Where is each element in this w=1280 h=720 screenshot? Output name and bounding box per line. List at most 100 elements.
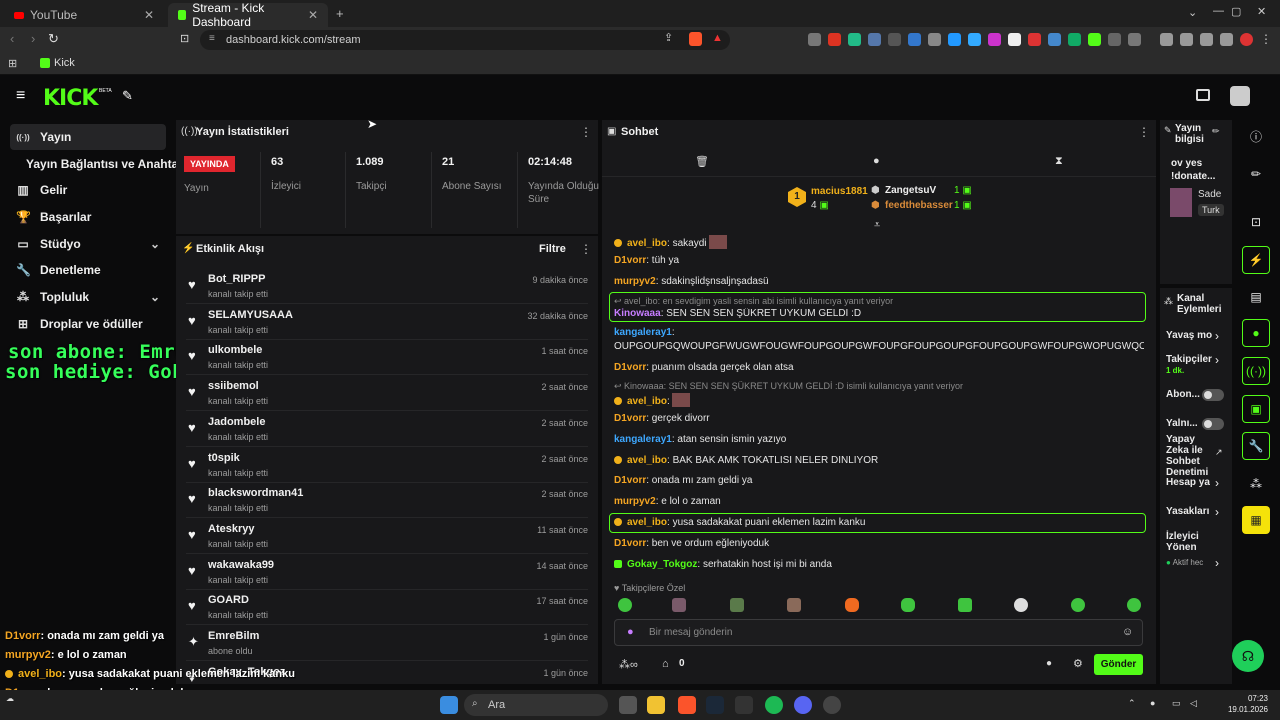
extension-icon[interactable] — [948, 33, 961, 46]
broadcast-icon[interactable]: ((·)) — [1242, 357, 1270, 385]
leader-2-name[interactable]: ZangetsuV — [885, 185, 936, 196]
activity-item[interactable]: ♥ Ateskryy kanalı takip etti 11 saat önce — [186, 520, 588, 554]
chat-input[interactable]: ● Bir mesaj gönderin ☺ — [614, 619, 1143, 646]
microphone-icon[interactable]: ● — [627, 626, 634, 638]
start-icon[interactable] — [440, 696, 458, 714]
extensions-icon[interactable] — [1200, 33, 1213, 46]
chevron-right-icon[interactable]: › — [1215, 556, 1219, 570]
network-icon[interactable]: ▭ — [1172, 698, 1181, 709]
extension-icon[interactable] — [848, 33, 861, 46]
activity-username[interactable]: blackswordman41 — [208, 487, 303, 499]
sidebar-item-2[interactable]: ▥ Gelir — [10, 177, 166, 203]
document-icon[interactable]: ▤ — [1242, 283, 1270, 311]
taskbar-search[interactable]: ⌕ Ara — [464, 694, 608, 716]
extension-icon[interactable] — [808, 33, 821, 46]
chat-username[interactable]: murpyv2 — [614, 276, 656, 287]
extension-icon[interactable] — [828, 33, 841, 46]
channel-action-7[interactable]: İzleyici Yönen — [1166, 531, 1226, 553]
bookmark-kick[interactable]: Kick — [54, 57, 75, 69]
activity-item[interactable]: ♥ ulkombele kanalı takip etti 1 saat önce — [186, 341, 588, 376]
tray-chevron-icon[interactable]: ⌃ — [1128, 698, 1136, 709]
chat-bubble-icon[interactable]: ● — [1242, 319, 1270, 347]
leader-3-name[interactable]: feedthebasser — [885, 200, 953, 211]
chat-username[interactable]: avel_ibo — [627, 238, 667, 249]
emote-icon[interactable] — [958, 598, 972, 612]
extension-icon[interactable] — [868, 33, 881, 46]
forward-icon[interactable]: › — [31, 31, 35, 46]
info-icon[interactable]: ⓘ — [1242, 122, 1270, 150]
keyboard-shortcuts-icon[interactable] — [1196, 89, 1210, 101]
obs-icon[interactable] — [823, 696, 841, 714]
activity-item[interactable]: ♥ ssiibemol kanalı takip etti 2 saat önce — [186, 377, 588, 412]
task-view-icon[interactable] — [619, 696, 637, 714]
chevron-right-icon[interactable]: › — [1215, 353, 1219, 367]
wrench-icon[interactable]: 🔧 — [1242, 432, 1270, 460]
chat-username[interactable]: Kinowaaa — [614, 308, 661, 319]
settings-gear-icon[interactable]: ⚙ — [1073, 657, 1083, 670]
activity-item[interactable]: ♥ t0spik kanalı takip etti 2 saat önce — [186, 449, 588, 483]
activity-username[interactable]: EmreBilm — [208, 630, 259, 642]
chat-username[interactable]: kangaleray1 — [614, 327, 672, 338]
back-icon[interactable]: ‹ — [10, 31, 14, 46]
sidebar-item-5[interactable]: 🔧 Denetleme — [10, 257, 166, 283]
leader-1-name[interactable]: macius1881 — [811, 186, 868, 197]
activity-username[interactable]: Bot_RIPPP — [208, 273, 265, 285]
activity-item[interactable]: ♥ Jadombele kanalı takip etti 2 saat önce — [186, 413, 588, 447]
chevron-right-icon[interactable]: › — [1215, 505, 1219, 519]
extension-icon[interactable] — [928, 33, 941, 46]
activity-item[interactable]: ✦ EmreBilm abone oldu 1 gün önce — [186, 627, 588, 661]
chat-bubble-icon[interactable]: ● — [873, 155, 880, 167]
tag-badge[interactable]: Turk — [1198, 204, 1224, 216]
stats-menu-icon[interactable]: ⋮ — [580, 125, 592, 139]
screenshot-icon[interactable]: ⊡ — [1242, 208, 1270, 236]
edit-icon[interactable]: ✏ — [1242, 160, 1270, 188]
extension-icon[interactable] — [1028, 33, 1041, 46]
new-tab-icon[interactable]: + — [336, 6, 344, 21]
chat-username[interactable]: kangaleray1 — [614, 434, 672, 445]
share-icon[interactable]: ⇪ — [664, 31, 673, 44]
sidebar-item-6[interactable]: ⁂ Topluluk ⌄ — [10, 284, 166, 310]
external-link-icon[interactable]: ↗ — [1215, 447, 1223, 458]
chat-username[interactable]: D1vorr — [614, 362, 646, 373]
emote-icon[interactable] — [787, 598, 801, 612]
extension-icon[interactable] — [1068, 33, 1081, 46]
sidebar-item-3[interactable]: 🏆 Başarılar — [10, 204, 166, 230]
steam-icon[interactable] — [706, 696, 724, 714]
activity-username[interactable]: ulkombele — [208, 344, 262, 356]
chevron-right-icon[interactable]: › — [1215, 476, 1219, 490]
chevron-down-icon[interactable]: ⌄ — [150, 237, 160, 251]
tab-kick-dashboard[interactable]: Stream - Kick Dashboard ✕ — [168, 1, 328, 29]
brave-icon[interactable] — [678, 696, 696, 714]
activity-item[interactable]: ♥ blackswordman41 kanalı takip etti 2 saat … — [186, 484, 588, 519]
chevron-down-icon[interactable]: ⌄ — [150, 290, 160, 304]
send-button[interactable]: Gönder — [1094, 654, 1143, 675]
emote-icon[interactable] — [901, 598, 915, 612]
activity-username[interactable]: GOARD — [208, 594, 249, 606]
sidebar-toggle-icon[interactable] — [1160, 33, 1173, 46]
pin-icon[interactable]: ✎ — [122, 88, 133, 104]
chat-username[interactable]: D1vorr — [614, 413, 646, 424]
toggle-switch[interactable] — [1202, 418, 1224, 430]
store-icon[interactable]: ⌂ — [662, 658, 669, 670]
activity-item[interactable]: ♥ SELAMYUSAAA kanalı takip etti 32 dakika ö… — [186, 306, 588, 340]
sidebar-item-4[interactable]: ▭ Stüdyo ⌄ — [10, 231, 166, 257]
activity-username[interactable]: Ateskryy — [208, 523, 254, 535]
sidebar-item-0[interactable]: ((·)) Yayın — [10, 124, 166, 150]
chat-username[interactable]: avel_ibo — [627, 517, 667, 528]
lightning-icon[interactable]: ⚡ — [1242, 246, 1270, 274]
maximize-icon[interactable]: ▢ — [1231, 5, 1241, 18]
extension-icon[interactable] — [908, 33, 921, 46]
rewards-icon[interactable]: ▲ — [712, 32, 723, 44]
chat-username[interactable]: avel_ibo — [627, 396, 667, 407]
emote-icon[interactable] — [1071, 598, 1085, 612]
extension-icon[interactable] — [1048, 33, 1061, 46]
chat-bubble-icon[interactable]: ● — [1046, 658, 1052, 669]
activity-username[interactable]: SELAMYUSAAA — [208, 309, 293, 321]
extension-icon[interactable] — [988, 33, 1001, 46]
leo-icon[interactable] — [1220, 33, 1233, 46]
chat-username[interactable]: D1vorr — [614, 475, 646, 486]
extension-icon[interactable] — [1008, 33, 1021, 46]
emote-icon[interactable] — [730, 598, 744, 612]
url-input[interactable]: ≡ dashboard.kick.com/stream — [200, 30, 730, 50]
dropdown-icon[interactable]: ⌄ — [1188, 6, 1197, 19]
